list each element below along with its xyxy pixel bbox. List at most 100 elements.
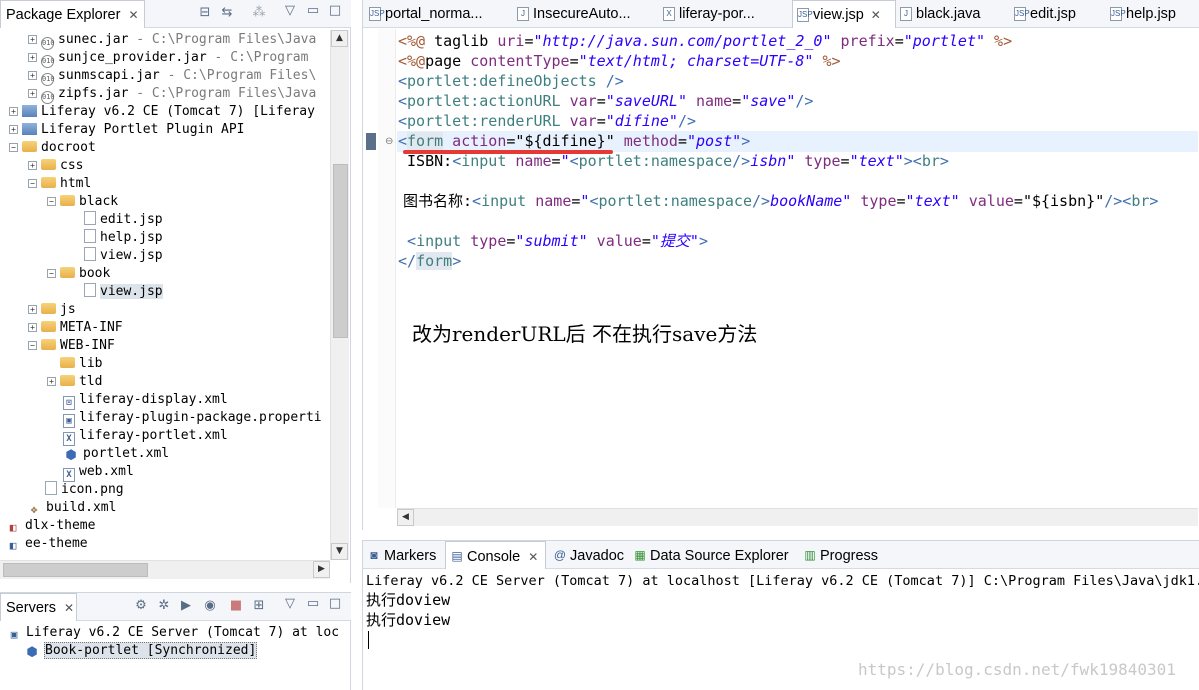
scroll-down-icon[interactable]: ▼ [331, 543, 348, 560]
code-line-8[interactable]: 图书名称:<input name="<portlet:namespace/>bo… [403, 191, 1158, 211]
library-icon [22, 105, 37, 117]
tree-item[interactable]: − html [28, 175, 91, 193]
tree-item[interactable]: + js [28, 301, 76, 319]
console-tabbar: ◙ Markers ▤ Console ✕ @ Javadoc ▦ Data Source… [363, 541, 1199, 569]
tree-item[interactable]: icon.png [45, 481, 124, 499]
close-icon[interactable]: ✕ [64, 601, 74, 615]
code-line-2[interactable]: <%@page contentType="text/html; charset=… [398, 51, 841, 71]
console-output-line: 执行doview [366, 591, 451, 609]
tree-item[interactable]: +010 sunjce_provider.jar - C:\Program [28, 49, 308, 68]
editor-tab[interactable]: Xliferay-por... [659, 0, 755, 28]
editor-horizontal-scrollbar[interactable]: ◀ [397, 508, 1198, 526]
vertical-scrollbar[interactable]: ▲ ▼ [330, 30, 349, 560]
tree-item[interactable]: edit.jsp [84, 211, 163, 229]
tree-item[interactable]: ✥ build.xml [26, 499, 117, 517]
editor-tab[interactable]: Jblack.java [896, 0, 980, 28]
tab-progress[interactable]: ▥ Progress [799, 541, 878, 569]
maximize-icon[interactable]: □ [327, 596, 343, 612]
tab-markers[interactable]: ◙ Markers [363, 541, 436, 569]
tree-item[interactable]: Xliferay-portlet.xml [63, 427, 228, 446]
tab-servers[interactable]: Servers ✕ [0, 593, 77, 621]
code-line-4[interactable]: <portlet:actionURL var="saveURL" name="s… [398, 91, 813, 111]
server-item[interactable]: ▣ Liferay v6.2 CE Server (Tomcat 7) at lo… [6, 624, 339, 642]
tree-item[interactable]: − WEB-INF [28, 337, 115, 355]
debug-icon[interactable]: ✲ [156, 598, 172, 614]
tab-package-explorer[interactable]: Package Explorer ✕ [0, 0, 145, 28]
code-line-5[interactable]: <portlet:renderURL var="difine"/> [398, 111, 696, 131]
tree-item[interactable]: − book [47, 265, 110, 283]
horizontal-scrollbar[interactable]: ▶ [0, 560, 330, 579]
tree-item[interactable]: + Liferay Portlet Plugin API [9, 121, 245, 139]
link-with-editor-icon[interactable]: ⇆ [219, 5, 235, 21]
editor-tab[interactable]: J InsecureAuto... [513, 0, 631, 28]
code-line-10[interactable]: </form> [398, 251, 461, 271]
tree-item[interactable]: ▣ liferay-plugin-package.properti [63, 409, 322, 428]
tree-item[interactable]: − docroot [9, 139, 96, 157]
editor-tab[interactable]: JSP portal_norma... [365, 0, 483, 28]
package-explorer-tabbar: Package Explorer ✕ ⊟ ⇆ ⁂ ▽ ▭ □ [0, 0, 351, 28]
close-icon[interactable]: ✕ [528, 550, 538, 564]
tree-item[interactable]: lib [60, 355, 102, 373]
view-menu-icon[interactable]: ▽ [282, 3, 298, 19]
tree-item[interactable]: view.jsp [84, 247, 163, 265]
jsp-file-icon: JSP [369, 7, 385, 21]
fold-toggle-icon[interactable]: ⊖ [385, 136, 393, 147]
tab-console[interactable]: ▤ Console ✕ [445, 541, 546, 569]
tree-item[interactable]: ⬢ portlet.xml [63, 445, 169, 463]
server-module-item[interactable]: ⬢ Book-portlet [Synchronized] [24, 642, 258, 660]
tree-item[interactable]: +010 sunec.jar - C:\Program Files\Java [28, 31, 316, 50]
scrollbar-thumb[interactable] [3, 563, 148, 577]
debug-server-icon[interactable]: ⚙ [133, 598, 149, 614]
current-line-marker [366, 133, 376, 150]
scroll-right-icon[interactable]: ▶ [313, 561, 330, 578]
code-line-1[interactable]: <%@ taglib uri="http://java.sun.com/port… [398, 31, 1012, 51]
view-menu-icon[interactable]: ▽ [282, 596, 298, 612]
tab-javadoc[interactable]: @ Javadoc [549, 541, 624, 569]
servers-tabbar: Servers ✕ ⚙ ✲ ▶ ◉ ■ ⊞ ▽ ▭ □ [0, 593, 351, 621]
editor-tab-active[interactable]: JSP view.jsp ✕ [792, 0, 896, 28]
code-line-6[interactable]: <form action="${difine}" method="post"> [398, 131, 750, 151]
server-icon: ▣ [10, 628, 18, 641]
tree-item[interactable]: help.jsp [84, 229, 163, 247]
minimize-icon[interactable]: ▭ [305, 3, 321, 19]
filters-icon[interactable]: ⁂ [251, 5, 267, 21]
tree-item[interactable]: ◧ ee-theme [5, 535, 88, 553]
editor-tab[interactable]: JSP edit.jsp [1010, 0, 1076, 28]
tree-item[interactable]: ⊡ liferay-display.xml [63, 391, 228, 410]
folder-icon [60, 195, 75, 206]
close-icon[interactable]: ✕ [871, 8, 881, 22]
project-icon: ◧ [9, 521, 17, 534]
collapse-all-icon[interactable]: ⊟ [197, 5, 213, 21]
java-file-icon: J [900, 7, 912, 21]
jsp-file-icon: JSP [797, 8, 813, 22]
folder-icon [41, 177, 56, 188]
scroll-up-icon[interactable]: ▲ [331, 30, 348, 47]
close-icon[interactable]: ✕ [128, 8, 138, 22]
code-line-7[interactable]: ISBN:<input name="<portlet:namespace/>is… [398, 151, 949, 171]
maximize-icon[interactable]: □ [327, 3, 343, 19]
folder-icon [60, 267, 75, 278]
tree-item-selected[interactable]: view.jsp [84, 283, 163, 301]
tree-item[interactable]: Xweb.xml [63, 463, 134, 482]
stop-server-icon[interactable]: ■ [228, 598, 244, 614]
code-line-3[interactable]: <portlet:defineObjects /> [398, 71, 624, 91]
folding-ruler [378, 29, 396, 508]
tree-item[interactable]: + META-INF [28, 319, 123, 337]
profile-server-icon[interactable]: ◉ [202, 598, 218, 614]
tree-item[interactable]: ◧ dlx-theme [5, 517, 96, 535]
tree-item[interactable]: − black [47, 193, 118, 211]
tree-item[interactable]: + css [28, 157, 83, 175]
tree-item[interactable]: +010 zipfs.jar - C:\Program Files\Java [28, 85, 316, 104]
code-line-9[interactable]: <input type="submit" value="提交"> [398, 231, 708, 251]
start-server-icon[interactable]: ▶ [178, 598, 194, 614]
publish-icon[interactable]: ⊞ [251, 598, 267, 614]
minimize-icon[interactable]: ▭ [305, 596, 321, 612]
scrollbar-thumb[interactable] [333, 164, 348, 338]
tree-item[interactable]: + tld [47, 373, 102, 391]
tab-data-source-explorer[interactable]: ▦ Data Source Explorer [629, 541, 788, 569]
annotation-note: 改为renderURL后 不在执行save方法 [412, 322, 758, 346]
tree-item[interactable]: +010 sunmscapi.jar - C:\Program Files\ [28, 67, 316, 86]
editor-tab[interactable]: JSP help.jsp [1106, 0, 1176, 28]
scroll-left-icon[interactable]: ◀ [397, 509, 414, 526]
tree-item[interactable]: + Liferay v6.2 CE (Tomcat 7) [Liferay [9, 103, 315, 121]
